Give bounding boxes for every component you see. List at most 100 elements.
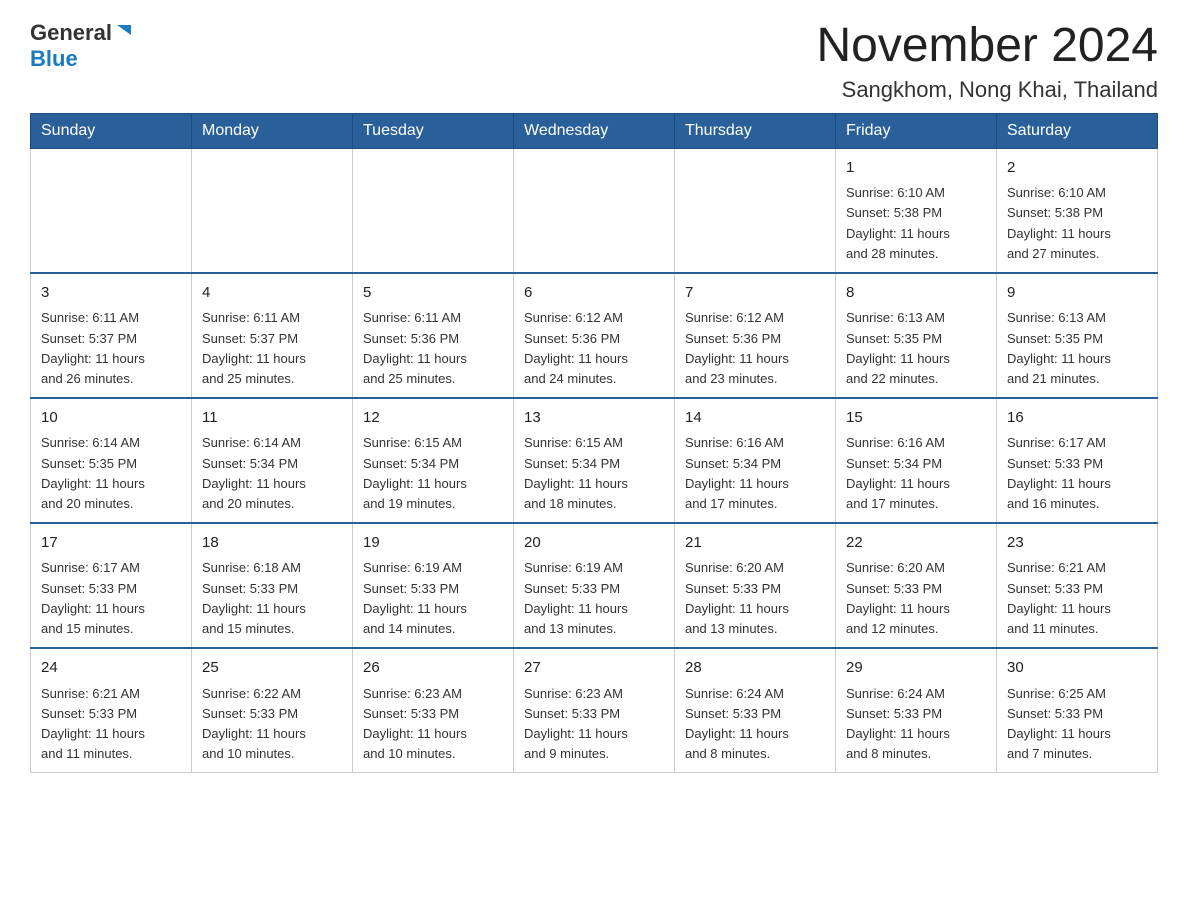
- calendar-header-monday: Monday: [192, 113, 353, 148]
- day-number: 17: [41, 532, 181, 555]
- day-number: 13: [524, 407, 664, 430]
- calendar-cell: 2 Sunrise: 6:10 AM Sunset: 5:38 PM Daylig…: [997, 148, 1158, 273]
- day-info: Sunrise: 6:19 AM Sunset: 5:33 PM Dayligh…: [363, 558, 503, 639]
- calendar-cell: 29 Sunrise: 6:24 AM Sunset: 5:33 PM Dayli…: [836, 648, 997, 773]
- day-info: Sunrise: 6:16 AM Sunset: 5:34 PM Dayligh…: [846, 433, 986, 514]
- day-number: 7: [685, 282, 825, 305]
- day-info: Sunrise: 6:11 AM Sunset: 5:37 PM Dayligh…: [202, 308, 342, 389]
- calendar-cell: [353, 148, 514, 273]
- day-number: 28: [685, 657, 825, 680]
- day-number: 3: [41, 282, 181, 305]
- day-number: 15: [846, 407, 986, 430]
- day-number: 5: [363, 282, 503, 305]
- calendar-week-2: 3 Sunrise: 6:11 AM Sunset: 5:37 PM Daylig…: [31, 273, 1158, 398]
- day-info: Sunrise: 6:21 AM Sunset: 5:33 PM Dayligh…: [1007, 558, 1147, 639]
- day-number: 16: [1007, 407, 1147, 430]
- calendar-cell: 17 Sunrise: 6:17 AM Sunset: 5:33 PM Dayli…: [31, 523, 192, 648]
- page-subtitle: Sangkhom, Nong Khai, Thailand: [816, 77, 1158, 103]
- day-info: Sunrise: 6:14 AM Sunset: 5:34 PM Dayligh…: [202, 433, 342, 514]
- day-number: 21: [685, 532, 825, 555]
- calendar-cell: 26Sunrise: 6:23 AM Sunset: 5:33 PM Dayli…: [353, 648, 514, 773]
- day-info: Sunrise: 6:20 AM Sunset: 5:33 PM Dayligh…: [685, 558, 825, 639]
- day-info: Sunrise: 6:25 AM Sunset: 5:33 PM Dayligh…: [1007, 684, 1147, 765]
- calendar-header-tuesday: Tuesday: [353, 113, 514, 148]
- calendar-week-5: 24 Sunrise: 6:21 AM Sunset: 5:33 PM Dayli…: [31, 648, 1158, 773]
- calendar-cell: 20Sunrise: 6:19 AM Sunset: 5:33 PM Dayli…: [514, 523, 675, 648]
- day-number: 30: [1007, 657, 1147, 680]
- day-info: Sunrise: 6:19 AM Sunset: 5:33 PM Dayligh…: [524, 558, 664, 639]
- calendar-cell: [514, 148, 675, 273]
- calendar-cell: 21 Sunrise: 6:20 AM Sunset: 5:33 PM Dayli…: [675, 523, 836, 648]
- calendar-cell: 25 Sunrise: 6:22 AM Sunset: 5:33 PM Dayli…: [192, 648, 353, 773]
- day-number: 4: [202, 282, 342, 305]
- day-number: 23: [1007, 532, 1147, 555]
- day-info: Sunrise: 6:11 AM Sunset: 5:36 PM Dayligh…: [363, 308, 503, 389]
- day-number: 27: [524, 657, 664, 680]
- calendar-cell: 27Sunrise: 6:23 AM Sunset: 5:33 PM Dayli…: [514, 648, 675, 773]
- logo: General Blue: [30, 20, 133, 72]
- day-number: 29: [846, 657, 986, 680]
- calendar-header-row: SundayMondayTuesdayWednesdayThursdayFrid…: [31, 113, 1158, 148]
- day-info: Sunrise: 6:21 AM Sunset: 5:33 PM Dayligh…: [41, 684, 181, 765]
- calendar-cell: 28Sunrise: 6:24 AM Sunset: 5:33 PM Dayli…: [675, 648, 836, 773]
- calendar-table: SundayMondayTuesdayWednesdayThursdayFrid…: [30, 113, 1158, 773]
- page-header: General Blue November 2024 Sangkhom, Non…: [30, 20, 1158, 103]
- calendar-cell: 13 Sunrise: 6:15 AM Sunset: 5:34 PM Dayli…: [514, 398, 675, 523]
- logo-general-text: General: [30, 20, 112, 46]
- calendar-cell: 18 Sunrise: 6:18 AM Sunset: 5:33 PM Dayli…: [192, 523, 353, 648]
- calendar-cell: 23 Sunrise: 6:21 AM Sunset: 5:33 PM Dayli…: [997, 523, 1158, 648]
- title-block: November 2024 Sangkhom, Nong Khai, Thail…: [816, 20, 1158, 103]
- calendar-cell: 10 Sunrise: 6:14 AM Sunset: 5:35 PM Dayli…: [31, 398, 192, 523]
- calendar-cell: 5 Sunrise: 6:11 AM Sunset: 5:36 PM Daylig…: [353, 273, 514, 398]
- logo-triangle-icon: [115, 21, 133, 44]
- calendar-cell: 14 Sunrise: 6:16 AM Sunset: 5:34 PM Dayli…: [675, 398, 836, 523]
- day-info: Sunrise: 6:16 AM Sunset: 5:34 PM Dayligh…: [685, 433, 825, 514]
- day-info: Sunrise: 6:24 AM Sunset: 5:33 PM Dayligh…: [846, 684, 986, 765]
- calendar-cell: [31, 148, 192, 273]
- day-info: Sunrise: 6:11 AM Sunset: 5:37 PM Dayligh…: [41, 308, 181, 389]
- day-number: 10: [41, 407, 181, 430]
- calendar-header-friday: Friday: [836, 113, 997, 148]
- calendar-header-sunday: Sunday: [31, 113, 192, 148]
- day-number: 12: [363, 407, 503, 430]
- page-title: November 2024: [816, 20, 1158, 73]
- calendar-cell: 3 Sunrise: 6:11 AM Sunset: 5:37 PM Daylig…: [31, 273, 192, 398]
- day-info: Sunrise: 6:13 AM Sunset: 5:35 PM Dayligh…: [1007, 308, 1147, 389]
- day-number: 14: [685, 407, 825, 430]
- day-number: 26: [363, 657, 503, 680]
- calendar-header-wednesday: Wednesday: [514, 113, 675, 148]
- day-info: Sunrise: 6:15 AM Sunset: 5:34 PM Dayligh…: [363, 433, 503, 514]
- day-info: Sunrise: 6:17 AM Sunset: 5:33 PM Dayligh…: [1007, 433, 1147, 514]
- calendar-week-4: 17 Sunrise: 6:17 AM Sunset: 5:33 PM Dayli…: [31, 523, 1158, 648]
- day-info: Sunrise: 6:13 AM Sunset: 5:35 PM Dayligh…: [846, 308, 986, 389]
- day-info: Sunrise: 6:10 AM Sunset: 5:38 PM Dayligh…: [846, 183, 986, 264]
- day-info: Sunrise: 6:12 AM Sunset: 5:36 PM Dayligh…: [524, 308, 664, 389]
- day-number: 2: [1007, 157, 1147, 180]
- calendar-cell: 19 Sunrise: 6:19 AM Sunset: 5:33 PM Dayli…: [353, 523, 514, 648]
- day-number: 22: [846, 532, 986, 555]
- calendar-cell: [192, 148, 353, 273]
- calendar-cell: 6Sunrise: 6:12 AM Sunset: 5:36 PM Daylig…: [514, 273, 675, 398]
- day-info: Sunrise: 6:20 AM Sunset: 5:33 PM Dayligh…: [846, 558, 986, 639]
- day-info: Sunrise: 6:18 AM Sunset: 5:33 PM Dayligh…: [202, 558, 342, 639]
- calendar-cell: 4 Sunrise: 6:11 AM Sunset: 5:37 PM Daylig…: [192, 273, 353, 398]
- day-info: Sunrise: 6:10 AM Sunset: 5:38 PM Dayligh…: [1007, 183, 1147, 264]
- day-info: Sunrise: 6:22 AM Sunset: 5:33 PM Dayligh…: [202, 684, 342, 765]
- calendar-cell: [675, 148, 836, 273]
- calendar-cell: 1 Sunrise: 6:10 AM Sunset: 5:38 PM Daylig…: [836, 148, 997, 273]
- day-number: 9: [1007, 282, 1147, 305]
- day-number: 1: [846, 157, 986, 180]
- day-number: 18: [202, 532, 342, 555]
- calendar-week-1: 1 Sunrise: 6:10 AM Sunset: 5:38 PM Daylig…: [31, 148, 1158, 273]
- day-number: 24: [41, 657, 181, 680]
- calendar-week-3: 10 Sunrise: 6:14 AM Sunset: 5:35 PM Dayli…: [31, 398, 1158, 523]
- day-info: Sunrise: 6:17 AM Sunset: 5:33 PM Dayligh…: [41, 558, 181, 639]
- day-number: 25: [202, 657, 342, 680]
- day-info: Sunrise: 6:15 AM Sunset: 5:34 PM Dayligh…: [524, 433, 664, 514]
- calendar-cell: 11Sunrise: 6:14 AM Sunset: 5:34 PM Dayli…: [192, 398, 353, 523]
- day-info: Sunrise: 6:14 AM Sunset: 5:35 PM Dayligh…: [41, 433, 181, 514]
- day-number: 19: [363, 532, 503, 555]
- calendar-cell: 9 Sunrise: 6:13 AM Sunset: 5:35 PM Daylig…: [997, 273, 1158, 398]
- calendar-cell: 24 Sunrise: 6:21 AM Sunset: 5:33 PM Dayli…: [31, 648, 192, 773]
- calendar-cell: 16 Sunrise: 6:17 AM Sunset: 5:33 PM Dayli…: [997, 398, 1158, 523]
